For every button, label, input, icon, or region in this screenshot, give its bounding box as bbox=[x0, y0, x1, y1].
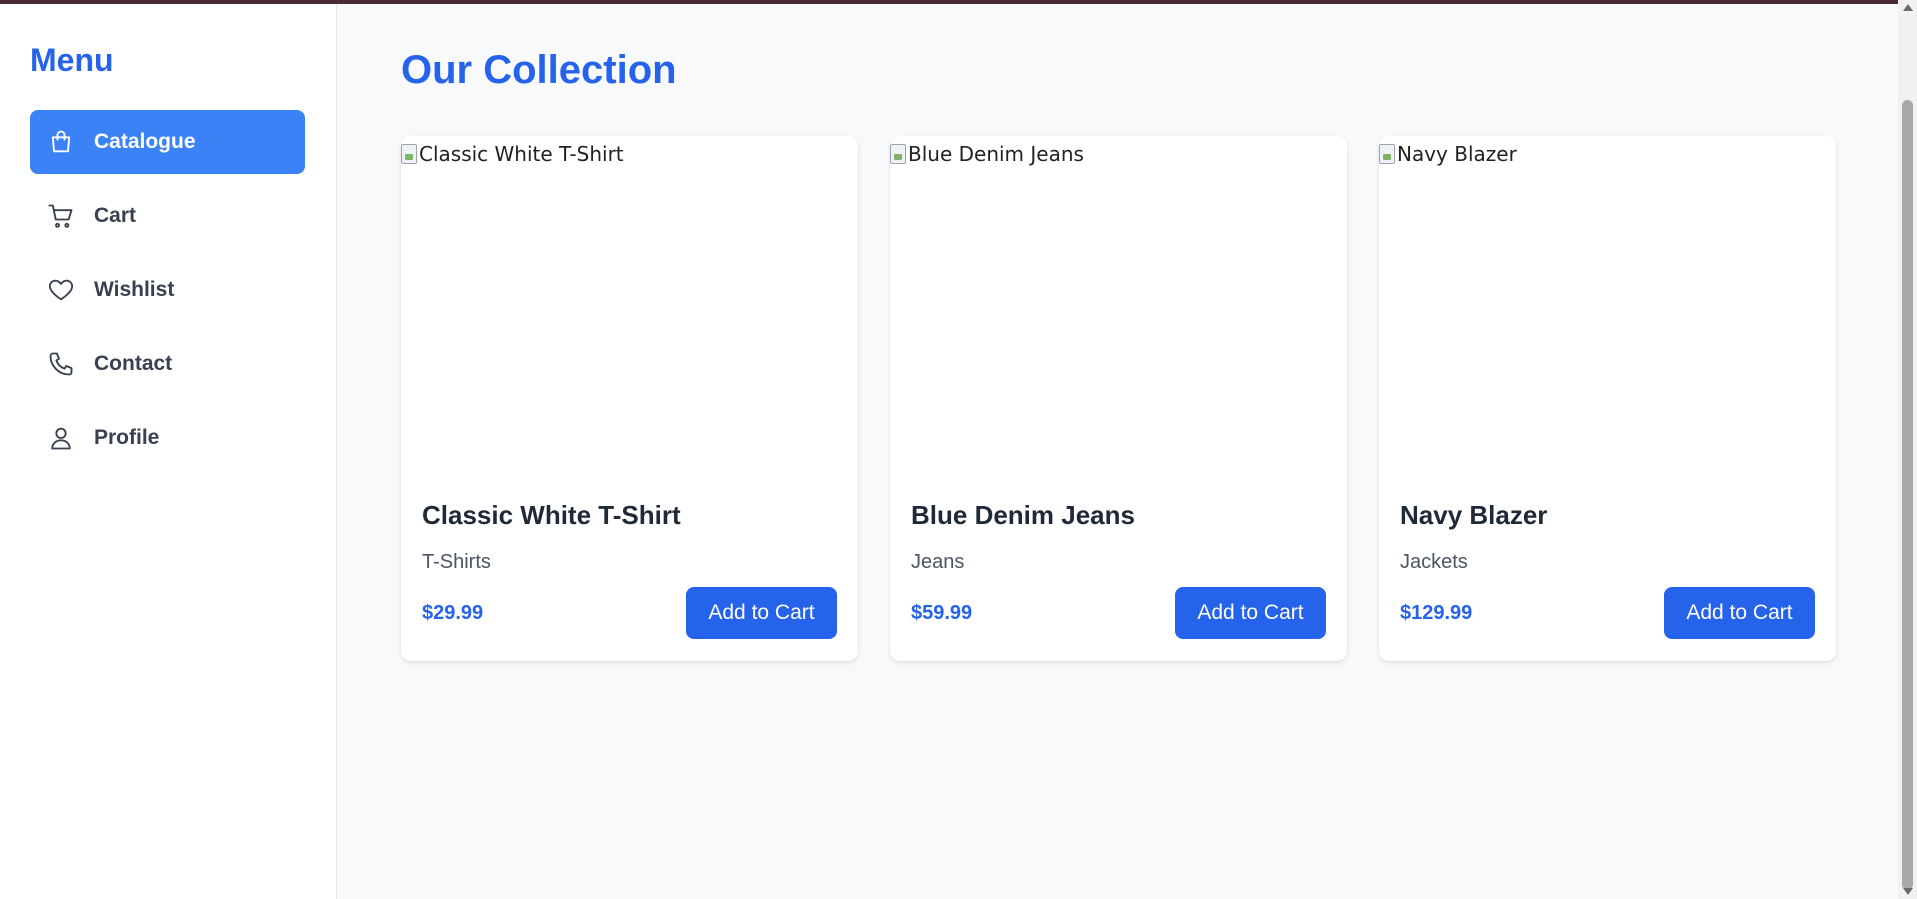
menu-title: Menu bbox=[30, 42, 114, 78]
product-card: Navy Blazer Navy Blazer Jackets $129.99 … bbox=[1379, 136, 1836, 661]
image-alt-text: Navy Blazer bbox=[1397, 142, 1517, 166]
product-price: $129.99 bbox=[1400, 601, 1473, 624]
image-alt-text: Classic White T-Shirt bbox=[419, 142, 624, 166]
image-alt-text: Blue Denim Jeans bbox=[908, 142, 1084, 166]
product-name: Navy Blazer bbox=[1400, 500, 1548, 530]
product-name: Classic White T-Shirt bbox=[422, 500, 681, 530]
broken-image-icon bbox=[1379, 144, 1395, 164]
page-title: Our Collection bbox=[401, 48, 677, 92]
sidebar-item-contact[interactable]: Contact bbox=[30, 332, 305, 396]
vertical-scrollbar[interactable] bbox=[1898, 0, 1917, 899]
sidebar-nav: Catalogue Cart Wishlist Contact Profile bbox=[30, 110, 305, 480]
sidebar-item-label: Catalogue bbox=[94, 130, 196, 153]
product-price: $29.99 bbox=[422, 601, 484, 624]
sidebar-item-label: Wishlist bbox=[94, 278, 175, 301]
sidebar-item-label: Profile bbox=[94, 426, 160, 449]
scroll-down-arrow-icon[interactable] bbox=[1903, 888, 1913, 895]
broken-image-icon bbox=[401, 144, 417, 164]
product-image: Classic White T-Shirt bbox=[401, 136, 858, 486]
phone-icon bbox=[46, 349, 76, 379]
sidebar-item-profile[interactable]: Profile bbox=[30, 406, 305, 470]
sidebar: Menu Catalogue Cart Wishlist Contact Pro… bbox=[0, 4, 337, 899]
product-card: Classic White T-Shirt Classic White T-Sh… bbox=[401, 136, 858, 661]
main-content: Our Collection Classic White T-Shirt Cla… bbox=[338, 4, 1898, 899]
product-category: Jeans bbox=[911, 551, 965, 573]
add-to-cart-button[interactable]: Add to Cart bbox=[686, 587, 837, 639]
scroll-up-arrow-icon[interactable] bbox=[1903, 4, 1913, 11]
shopping-bag-icon bbox=[46, 127, 76, 157]
product-name: Blue Denim Jeans bbox=[911, 500, 1135, 530]
product-card: Blue Denim Jeans Blue Denim Jeans Jeans … bbox=[890, 136, 1347, 661]
sidebar-item-catalogue[interactable]: Catalogue bbox=[30, 110, 305, 174]
scrollbar-thumb[interactable] bbox=[1902, 100, 1913, 890]
sidebar-item-wishlist[interactable]: Wishlist bbox=[30, 258, 305, 322]
broken-image-icon bbox=[890, 144, 906, 164]
product-category: T-Shirts bbox=[422, 551, 491, 573]
product-category: Jackets bbox=[1400, 551, 1468, 573]
product-image: Blue Denim Jeans bbox=[890, 136, 1347, 486]
product-price: $59.99 bbox=[911, 601, 973, 624]
add-to-cart-button[interactable]: Add to Cart bbox=[1175, 587, 1326, 639]
sidebar-item-cart[interactable]: Cart bbox=[30, 184, 305, 248]
product-grid: Classic White T-Shirt Classic White T-Sh… bbox=[401, 136, 1836, 661]
sidebar-item-label: Cart bbox=[94, 204, 137, 227]
sidebar-item-label: Contact bbox=[94, 352, 173, 375]
add-to-cart-button[interactable]: Add to Cart bbox=[1664, 587, 1815, 639]
cart-icon bbox=[46, 201, 76, 231]
heart-icon bbox=[46, 275, 76, 305]
product-image: Navy Blazer bbox=[1379, 136, 1836, 486]
user-icon bbox=[46, 423, 76, 453]
